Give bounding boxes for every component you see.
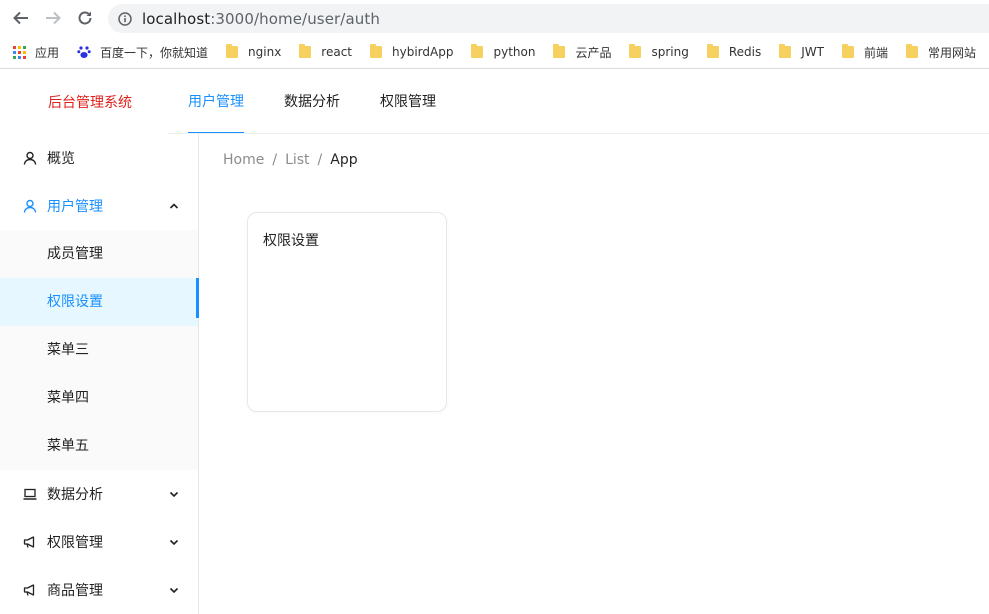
- bookmark-label: spring: [651, 45, 689, 59]
- bookmark-label: 应用: [35, 45, 60, 60]
- sidebar-item-label: 数据分析: [47, 487, 103, 503]
- folder-icon: [299, 44, 312, 58]
- bookmark-label: hybirdApp: [392, 45, 454, 59]
- url-path: :3000/home/user/auth: [210, 9, 380, 28]
- sidebar-item[interactable]: 数据分析: [0, 470, 198, 518]
- bookmark-label: nginx: [248, 45, 282, 59]
- sidebar: 概览用户管理成员管理 权限设置 菜单三 菜单四 菜单五数据分析权限管理商品管理: [0, 134, 199, 614]
- folder-icon: [706, 44, 719, 58]
- card-text: 权限设置: [263, 233, 319, 249]
- apps-grid-icon: [13, 45, 26, 59]
- submenu-item[interactable]: 权限设置: [0, 278, 199, 326]
- bookmark-label: react: [321, 45, 353, 59]
- address-url: localhost:3000/home/user/auth: [142, 10, 380, 28]
- breadcrumb-separator: /: [272, 152, 278, 168]
- url-host: localhost: [142, 9, 211, 28]
- bookmark-item[interactable]: hybirdApp: [370, 44, 454, 59]
- top-nav: 用户管理 数据分析 权限管理: [168, 70, 456, 134]
- bookmark-label: Redis: [728, 45, 762, 59]
- arrow-right-icon: [46, 11, 61, 25]
- submenu-item[interactable]: 菜单三: [0, 326, 198, 374]
- bookmark-label: JWT: [801, 45, 824, 59]
- sidebar-item-label: 概览: [47, 151, 75, 167]
- folder-icon: [629, 44, 642, 58]
- app-header: 后台管理系统 用户管理 数据分析 权限管理: [0, 70, 989, 134]
- bookmark-item[interactable]: 常用网站: [905, 44, 976, 61]
- folder-icon: [226, 44, 239, 58]
- top-nav-item[interactable]: 用户管理: [168, 70, 264, 134]
- bookmark-label: 云产品: [575, 45, 612, 60]
- reload-icon: [78, 11, 92, 25]
- breadcrumb: Home / List / App: [223, 152, 358, 168]
- submenu-item[interactable]: 成员管理: [0, 230, 198, 278]
- bookmarks-bar: 应用 百度一下，你就知道 nginx react hybirdApp python 云产品 s…: [0, 36, 989, 69]
- folder-icon: [841, 44, 854, 58]
- chevron-down-icon: [168, 488, 180, 500]
- breadcrumb-item[interactable]: Home: [223, 152, 264, 168]
- arrow-left-icon: [13, 11, 28, 25]
- bookmark-label: 百度一下，你就知道: [100, 45, 209, 60]
- bookmark-item[interactable]: Redis: [706, 44, 762, 59]
- address-bar[interactable]: localhost:3000/home/user/auth: [108, 4, 989, 33]
- breadcrumb-item: App: [330, 152, 358, 168]
- back-button[interactable]: [9, 6, 33, 30]
- breadcrumb-item[interactable]: List: [285, 152, 309, 168]
- chevron-down-icon: [168, 584, 180, 596]
- bookmark-label: 前端: [863, 45, 888, 60]
- folder-icon: [553, 44, 566, 58]
- main-content: Home / List / App 权限设置: [199, 134, 989, 614]
- bookmark-item[interactable]: nginx: [226, 44, 282, 59]
- bookmark-label: 常用网站: [927, 45, 976, 60]
- top-nav-item[interactable]: 数据分析: [264, 70, 360, 134]
- bookmark-item[interactable]: 云产品: [553, 44, 611, 61]
- chevron-down-icon: [168, 536, 180, 548]
- app-logo: 后台管理系统: [48, 95, 132, 111]
- submenu-item[interactable]: 菜单四: [0, 374, 198, 422]
- sidebar-item[interactable]: 概览: [0, 134, 198, 182]
- notification-icon: [23, 583, 37, 597]
- bookmark-item[interactable]: 前端: [841, 44, 888, 61]
- browser-toolbar: localhost:3000/home/user/auth: [0, 0, 989, 36]
- sidebar-item-label: 权限管理: [47, 535, 103, 551]
- bookmark-item[interactable]: spring: [629, 44, 689, 59]
- folder-icon: [905, 44, 918, 58]
- content-card: 权限设置: [247, 212, 447, 412]
- user-icon: [23, 151, 37, 165]
- bookmark-item[interactable]: 百度一下，你就知道: [77, 44, 208, 61]
- sidebar-item-label: 用户管理: [47, 199, 103, 215]
- submenu-item[interactable]: 菜单五: [0, 422, 198, 470]
- chevron-up-icon: [168, 200, 180, 212]
- info-icon: [118, 11, 132, 26]
- top-nav-item[interactable]: 权限管理: [360, 70, 456, 134]
- sidebar-item[interactable]: 商品管理: [0, 566, 198, 614]
- bookmark-item[interactable]: JWT: [779, 44, 824, 59]
- folder-icon: [471, 44, 484, 58]
- reload-button[interactable]: [73, 6, 97, 30]
- sidebar-item-label: 商品管理: [47, 583, 103, 599]
- forward-button[interactable]: [41, 6, 65, 30]
- folder-icon: [370, 44, 383, 58]
- breadcrumb-separator: /: [317, 152, 323, 168]
- laptop-icon: [23, 487, 37, 501]
- sidebar-item[interactable]: 用户管理: [0, 182, 198, 230]
- app: 后台管理系统 用户管理 数据分析 权限管理 概览 用户管理 成员管理 权限设置 菜单三 菜单四…: [0, 70, 989, 614]
- notification-icon: [23, 535, 37, 549]
- folder-icon: [779, 44, 792, 58]
- bookmark-item[interactable]: 应用: [13, 44, 59, 61]
- submenu: 成员管理 权限设置 菜单三 菜单四 菜单五: [0, 230, 199, 470]
- sidebar-item[interactable]: 权限管理: [0, 518, 198, 566]
- bookmark-label: python: [493, 45, 536, 59]
- bookmark-item[interactable]: react: [299, 44, 353, 59]
- bookmark-item[interactable]: python: [471, 44, 536, 59]
- user-icon: [23, 199, 37, 213]
- baidu-paw-icon: [77, 45, 100, 59]
